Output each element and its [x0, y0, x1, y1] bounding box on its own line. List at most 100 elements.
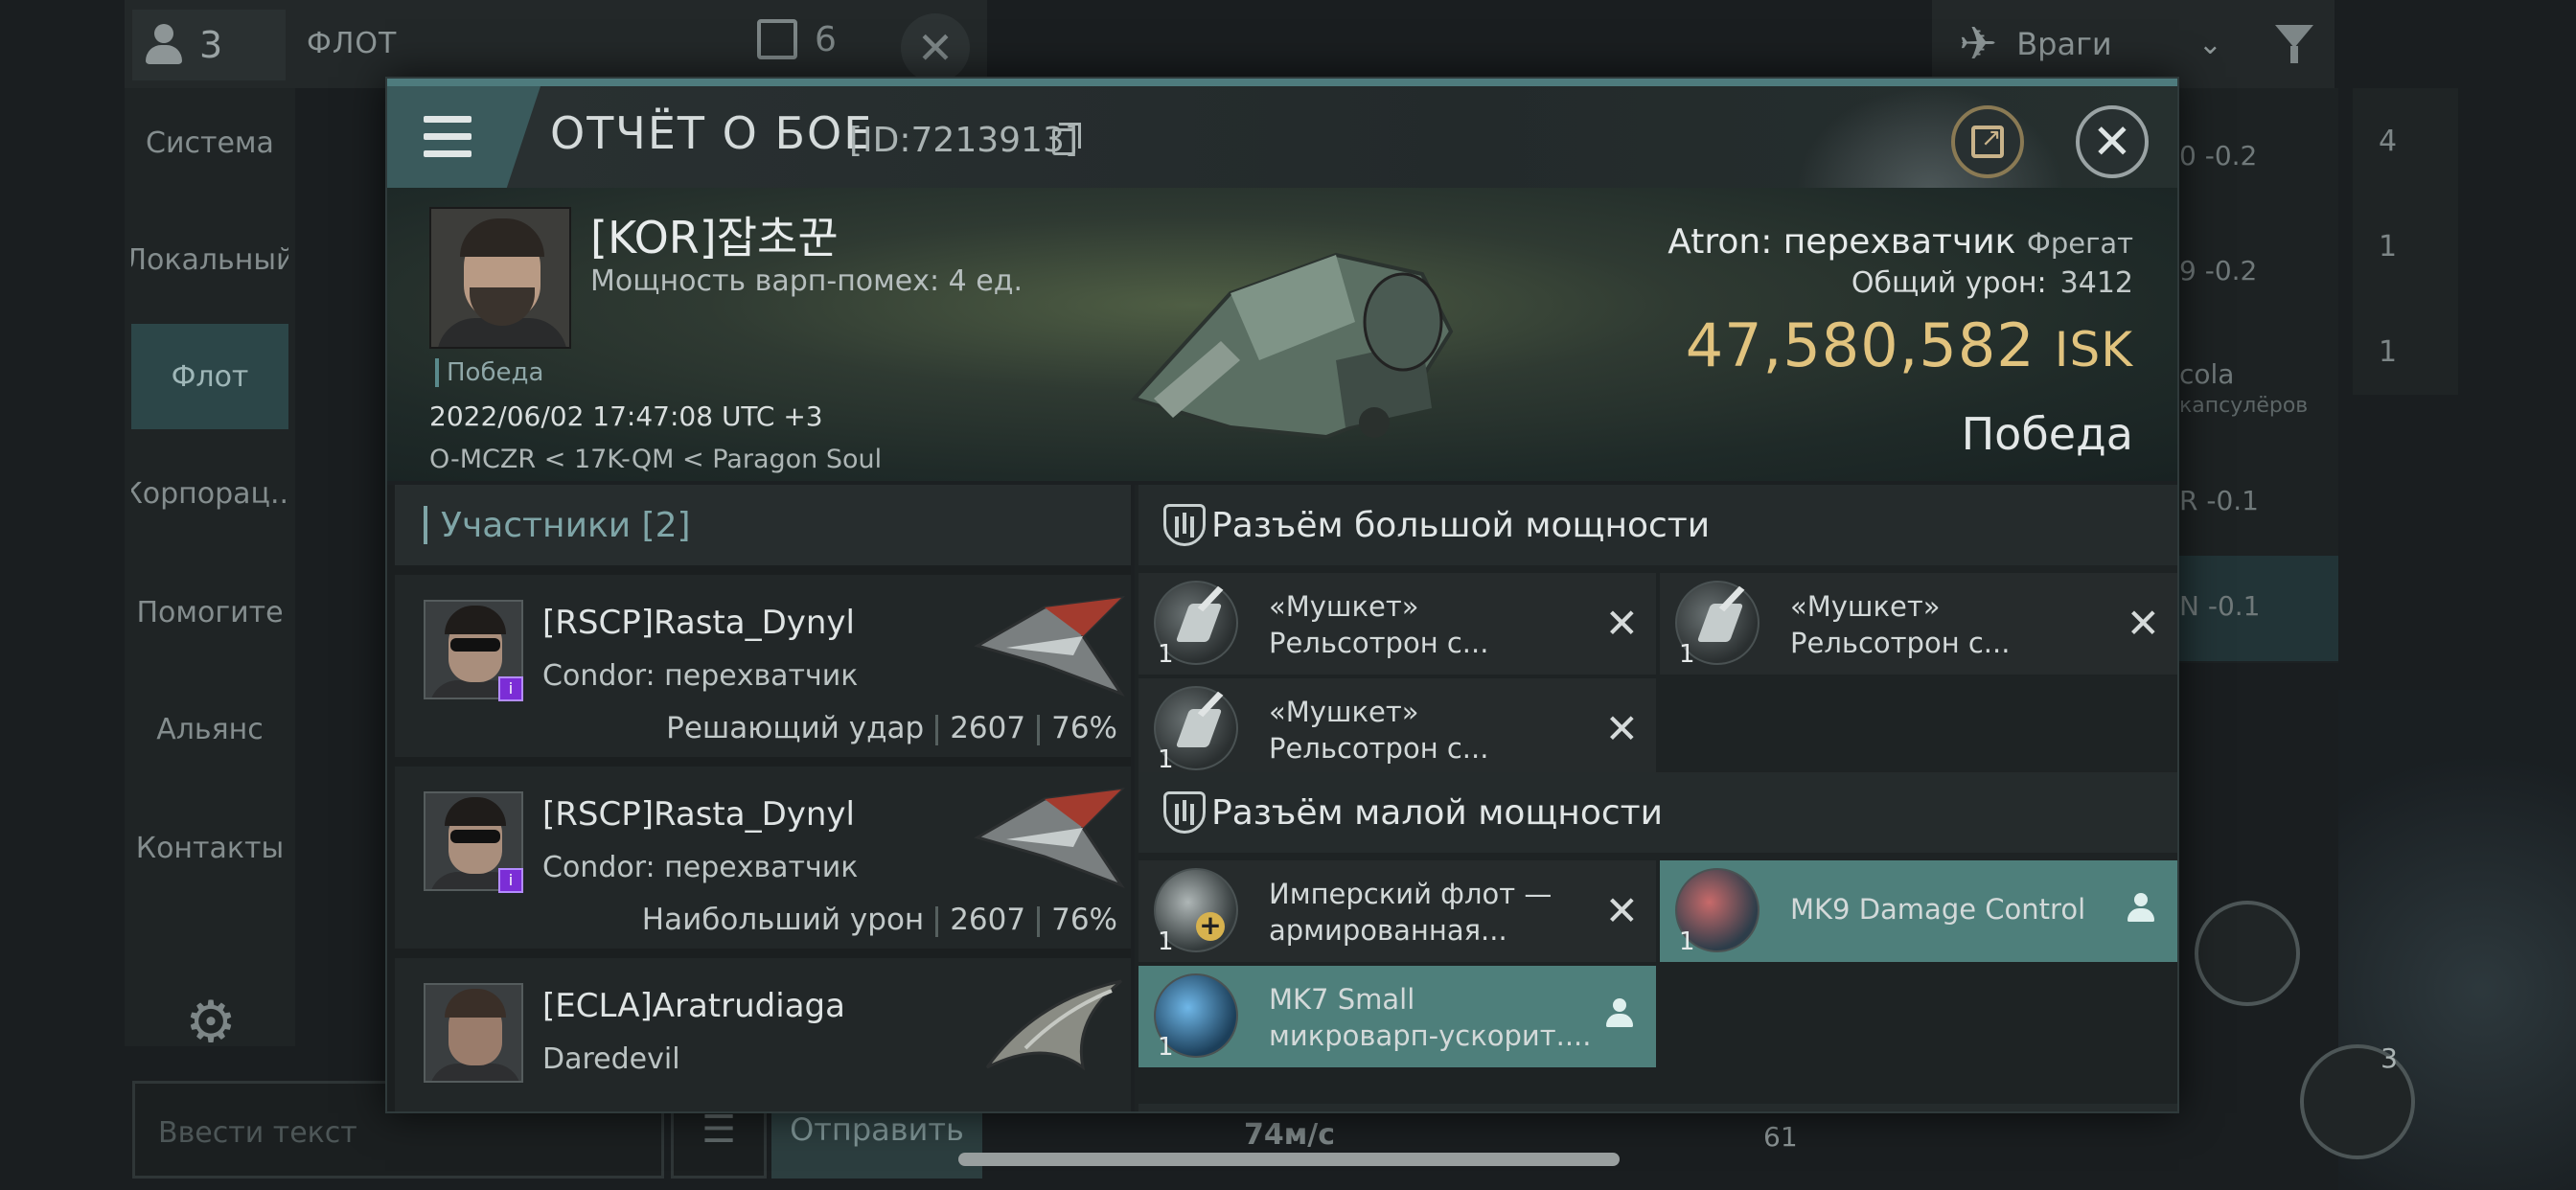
fitting-panel: Разъём большой мощности 1 «Мушкет» Рельсо… [1135, 485, 2177, 1111]
overview-row[interactable]: N -0.1 [2175, 556, 2338, 661]
participant-ship: Condor: перехватчик [542, 851, 859, 884]
slot-quantity: 1 [1158, 1033, 1174, 1062]
result-tag: Победа [435, 358, 543, 387]
window-icon [757, 19, 797, 59]
module-button[interactable]: 3 [2300, 1042, 2415, 1159]
next-section-header [1138, 1104, 2177, 1111]
ship-type-column [2353, 88, 2458, 395]
participant-ship: Condor: перехватчик [542, 659, 859, 693]
crew-count: 3 [199, 24, 223, 66]
victim-portrait[interactable] [429, 207, 571, 349]
fitting-slot[interactable]: 1 «Мушкет» Рельсотрон с... ✕ [1138, 573, 1656, 675]
sidebar-item-help[interactable]: Помогите [131, 560, 288, 665]
slot-quantity: 1 [1679, 640, 1695, 669]
sidebar-item-alliance[interactable]: Альянс [131, 676, 288, 782]
slot-module-name: Имперский флот — армированная... [1269, 878, 1552, 947]
participant-name: [RSCP]Rasta_Dynyl [542, 795, 855, 834]
high-slot-icon [1163, 504, 1206, 546]
fleet-close-icon[interactable]: ✕ [901, 13, 970, 82]
participant-ship: Daredevil [542, 1042, 680, 1076]
fleet-title: ФЛОТ [307, 27, 398, 60]
slot-module-name: «Мушкет» Рельсотрон с... [1269, 696, 1489, 765]
avatar [424, 983, 523, 1083]
report-title: ОТЧЁТ О БОЕ [550, 107, 874, 159]
participants-header[interactable]: Участники [2] [395, 485, 1131, 565]
rank-badge-icon: i [498, 676, 523, 701]
chevron-down-icon: ⌄ [2197, 27, 2222, 61]
share-button[interactable] [1951, 105, 2024, 178]
victim-ship-image [1131, 252, 1454, 440]
participant-row[interactable]: [ECLA]Aratrudiaga Daredevil [395, 958, 1131, 1111]
destroyed-icon: ✕ [1604, 600, 1639, 647]
participants-panel: Участники [2] i [RSCP]Rasta_Dynyl Condor… [387, 485, 1131, 1111]
isk-value: 47,580,582 ISK [1685, 310, 2133, 380]
slot-quantity: 1 [1158, 745, 1174, 774]
participant-stats: Наибольший урон 2607 76% [641, 903, 1117, 937]
participant-ship-image [985, 979, 1122, 1071]
share-icon [1971, 124, 2004, 158]
fitting-slot[interactable]: 1 MK7 Small микроварп-ускорит.... [1138, 966, 1656, 1067]
module-button[interactable] [2195, 901, 2300, 1006]
hamburger-icon [424, 116, 472, 158]
participant-row[interactable]: i [RSCP]Rasta_Dynyl Condor: перехватчик … [395, 767, 1131, 949]
victim-panel: [KOR]잡초꾼 Мощность варп-помех: 4 ед. Побе… [387, 188, 2177, 481]
kill-location[interactable]: O-MCZR < 17K-QM < Paragon Soul [429, 445, 882, 474]
sidebar-item-contacts[interactable]: Контакты [131, 795, 288, 901]
module-count: 61 [1763, 1121, 1798, 1153]
participant-ship-image [974, 595, 1126, 698]
sidebar-item-fleet[interactable]: Флот [131, 324, 288, 429]
slot-module-name: MK9 Damage Control [1790, 893, 2086, 926]
planet-backdrop [1796, 86, 2064, 192]
sidebar-item-local[interactable]: Локальный [131, 207, 288, 312]
close-button[interactable]: ✕ [2076, 105, 2149, 178]
low-slot-icon [1163, 791, 1206, 834]
fleet-counter: 6 [757, 19, 837, 59]
crew-counter[interactable]: 3 [132, 10, 286, 80]
destroyed-icon: ✕ [1604, 887, 1639, 934]
home-indicator[interactable] [958, 1153, 1620, 1166]
kill-timestamp: 2022/06/02 17:47:08 UTC +3 [429, 400, 823, 432]
destroyed-icon: ✕ [2126, 600, 2160, 647]
combat-report-window: ОТЧЁТ О БОЕ [ID:7213913] ✕ [KOR]잡초꾼 Мощн… [385, 77, 2179, 1113]
window-accent [387, 79, 2177, 86]
fitting-slot[interactable]: 1 «Мушкет» Рельсотрон с... ✕ [1138, 678, 1656, 780]
participant-name: [RSCP]Rasta_Dynyl [542, 604, 855, 642]
victim-ship-class: Фрегат [2026, 227, 2133, 260]
menu-button[interactable] [387, 86, 540, 188]
speed-readout: 74м/с [1244, 1118, 1336, 1152]
overview-row[interactable]: R -0.1 [2175, 450, 2338, 556]
sidebar-item-system[interactable]: Система [131, 90, 288, 195]
slot-module-name: «Мушкет» Рельсотрон с... [1269, 590, 1489, 659]
ship-count: 1 [2379, 335, 2398, 369]
low-slot-header: Разъём малой мощности [1138, 772, 2177, 853]
participant-row[interactable]: i [RSCP]Rasta_Dynyl Condor: перехватчик … [395, 575, 1131, 757]
sidebar-item-corporation[interactable]: Корпорац... [131, 441, 288, 546]
overview-row[interactable]: 0 -0.2 [2175, 105, 2338, 211]
participant-name: [ECLA]Aratrudiaga [542, 987, 845, 1025]
participant-ship-image [974, 787, 1126, 889]
ship-count: 1 [2379, 230, 2398, 263]
report-id: [ID:7213913] [849, 121, 1078, 160]
ship-silhouette-icon: ✈ [1959, 17, 1998, 71]
slot-quantity: 1 [1158, 927, 1174, 956]
report-header: ОТЧЁТ О БОЕ [ID:7213913] ✕ [387, 86, 2177, 192]
fitting-slot[interactable]: 1 MK9 Damage Control [1660, 860, 2177, 962]
victim-pilot-name[interactable]: [KOR]잡초꾼 [590, 203, 839, 266]
ship-count: 4 [2379, 125, 2398, 158]
filter-icon[interactable] [2271, 19, 2319, 67]
fitting-slot[interactable]: + 1 Имперский флот — армированная... ✕ [1138, 860, 1656, 962]
slot-quantity: 1 [1158, 640, 1174, 669]
copy-icon[interactable] [1052, 123, 1081, 155]
rank-badge-icon: i [498, 868, 523, 893]
gear-icon[interactable]: ⚙ [180, 992, 242, 1053]
slot-quantity: 1 [1679, 927, 1695, 956]
overview-row[interactable]: 9 -0.2 [2175, 220, 2338, 326]
warp-disruption-strength: Мощность варп-помех: 4 ед. [590, 264, 1024, 298]
dropped-person-icon [1604, 998, 1635, 1033]
fitting-slot[interactable]: 1 «Мушкет» Рельсотрон с... ✕ [1660, 573, 2177, 675]
total-damage: Общий урон: 3412 [1851, 266, 2133, 300]
overview-row[interactable]: cola капсулёров [2175, 324, 2338, 429]
participant-stats: Решающий удар 2607 76% [666, 711, 1117, 745]
high-slot-header: Разъём большой мощности [1138, 485, 2177, 565]
victim-ship-name[interactable]: Atron: перехватчик Фрегат [1668, 222, 2133, 262]
